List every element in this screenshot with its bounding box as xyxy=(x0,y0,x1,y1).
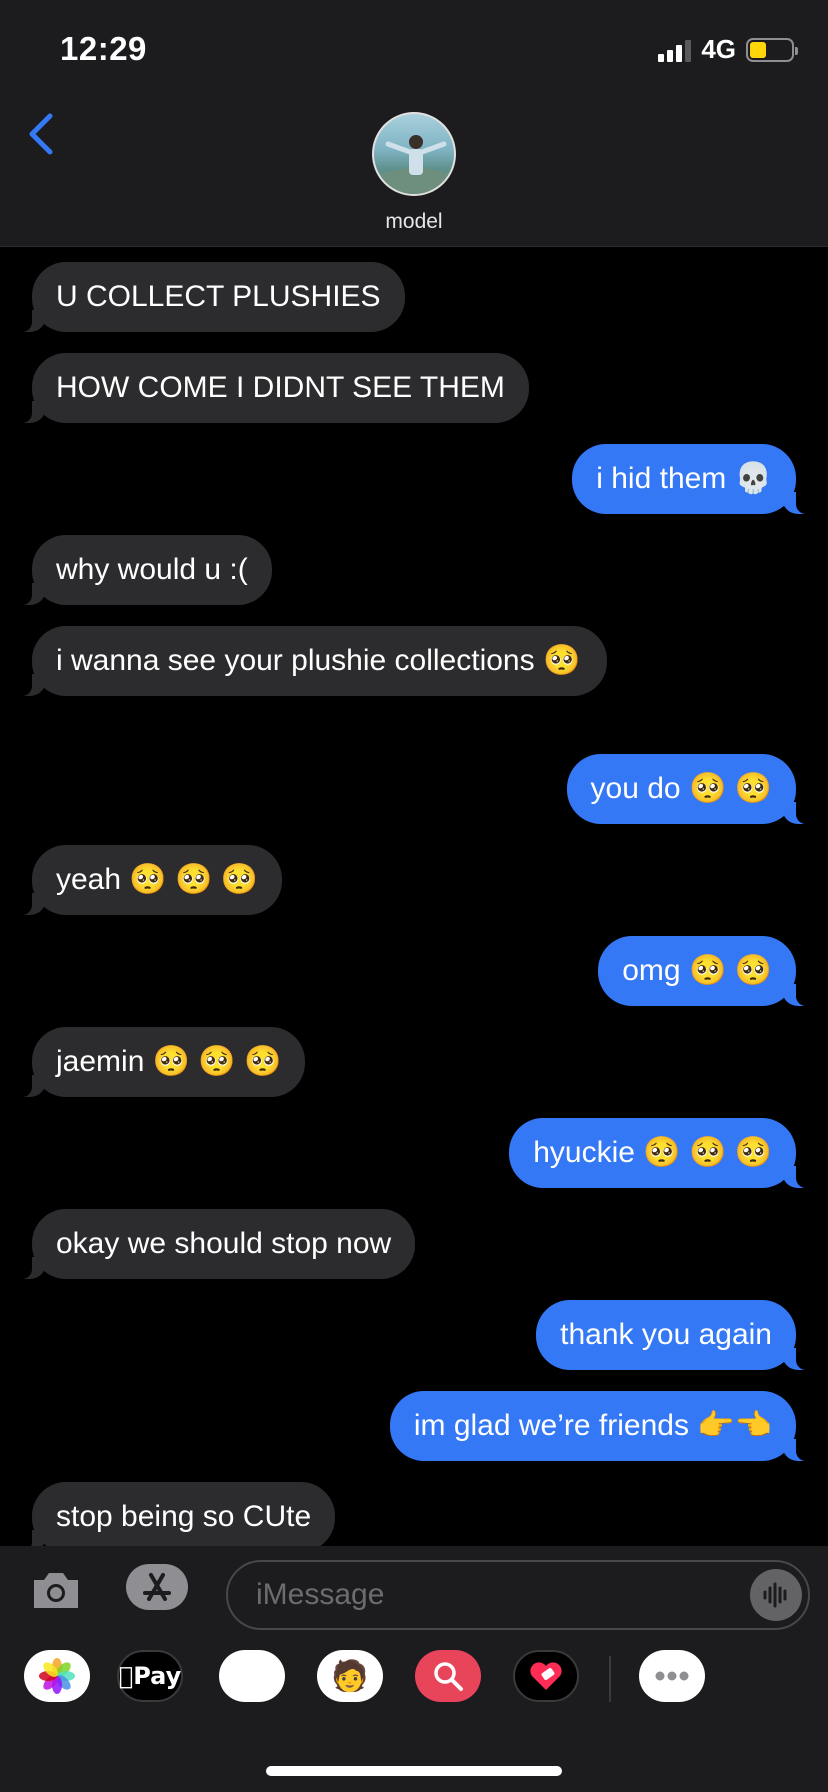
signal-icon xyxy=(658,38,692,62)
message-bubble-incoming[interactable]: HOW COME I DIDNT SEE THEM xyxy=(20,353,529,423)
audio-message-button[interactable] xyxy=(750,1569,802,1621)
home-indicator[interactable] xyxy=(266,1766,562,1776)
app-store-icon xyxy=(143,1573,171,1601)
message-bubble-incoming[interactable]: yeah 🥺 🥺 🥺 xyxy=(19,845,283,915)
chevron-left-icon xyxy=(29,113,53,155)
message-bubble-outgoing[interactable]: thank you again xyxy=(536,1300,808,1370)
image-search-icon xyxy=(434,1662,463,1691)
imessage-placeholder: iMessage xyxy=(256,1578,385,1611)
message-thread[interactable]: U COLLECT PLUSHIES HOW COME I DIDNT SEE … xyxy=(0,248,828,1546)
digital-touch-icon xyxy=(530,1662,562,1690)
conversation-header: 12:29 4G model xyxy=(0,0,828,247)
tray-divider xyxy=(609,1656,611,1702)
message-bubble-incoming[interactable]: i wanna see your plushie collections 🥺 xyxy=(20,626,607,696)
composer-area: iMessage Pay 🐵 🧑 xyxy=(0,1546,828,1792)
status-time: 12:29 xyxy=(60,30,147,67)
network-type: 4G xyxy=(701,34,736,64)
message-bubble-outgoing[interactable]: you do 🥺 🥺 xyxy=(566,754,809,824)
more-apps-button[interactable] xyxy=(639,1650,705,1702)
camera-button[interactable] xyxy=(30,1568,82,1612)
message-bubble-outgoing[interactable]: hyuckie 🥺 🥺 🥺 xyxy=(509,1118,808,1188)
app-store-button[interactable] xyxy=(126,1564,188,1610)
animoji-icon: 🐵 xyxy=(233,1657,271,1695)
message-bubble-outgoing[interactable]: im glad we’re friends 👉👈 xyxy=(389,1391,809,1461)
status-indicators: 4G xyxy=(658,34,798,65)
photos-app-icon xyxy=(39,1658,75,1694)
image-search-button[interactable] xyxy=(415,1650,481,1702)
apple-pay-button[interactable]: Pay xyxy=(117,1650,183,1702)
message-bubble-incoming[interactable]: stop being so CUte xyxy=(19,1482,336,1546)
apple-pay-icon: Pay xyxy=(119,1662,181,1690)
animoji-button[interactable]: 🐵 xyxy=(219,1650,285,1702)
back-button[interactable] xyxy=(26,112,56,156)
audio-waveform-icon xyxy=(763,1582,787,1608)
contact-name[interactable]: model xyxy=(0,210,828,234)
digital-touch-button[interactable] xyxy=(513,1650,579,1702)
camera-icon xyxy=(34,1573,78,1608)
imessage-input[interactable]: iMessage xyxy=(226,1560,810,1630)
contact-photo xyxy=(376,135,454,194)
message-bubble-incoming[interactable]: okay we should stop now xyxy=(19,1209,416,1279)
more-apps-icon xyxy=(655,1671,689,1681)
message-bubble-incoming[interactable]: U COLLECT PLUSHIES xyxy=(20,262,405,332)
message-bubble-outgoing[interactable]: omg 🥺 🥺 xyxy=(598,936,808,1006)
contact-avatar[interactable] xyxy=(372,112,456,196)
message-bubble-incoming[interactable]: why would u :( xyxy=(20,535,272,605)
photos-app-button[interactable] xyxy=(24,1650,90,1702)
app-drawer: Pay 🐵 🧑 xyxy=(0,1650,828,1720)
memoji-icon: 🧑 xyxy=(331,1658,369,1694)
message-bubble-incoming[interactable]: jaemin 🥺 🥺 🥺 xyxy=(19,1027,306,1097)
memoji-button[interactable]: 🧑 xyxy=(317,1650,383,1702)
battery-icon xyxy=(746,37,798,62)
message-bubble-outgoing[interactable]: i hid them 💀 xyxy=(572,444,808,514)
